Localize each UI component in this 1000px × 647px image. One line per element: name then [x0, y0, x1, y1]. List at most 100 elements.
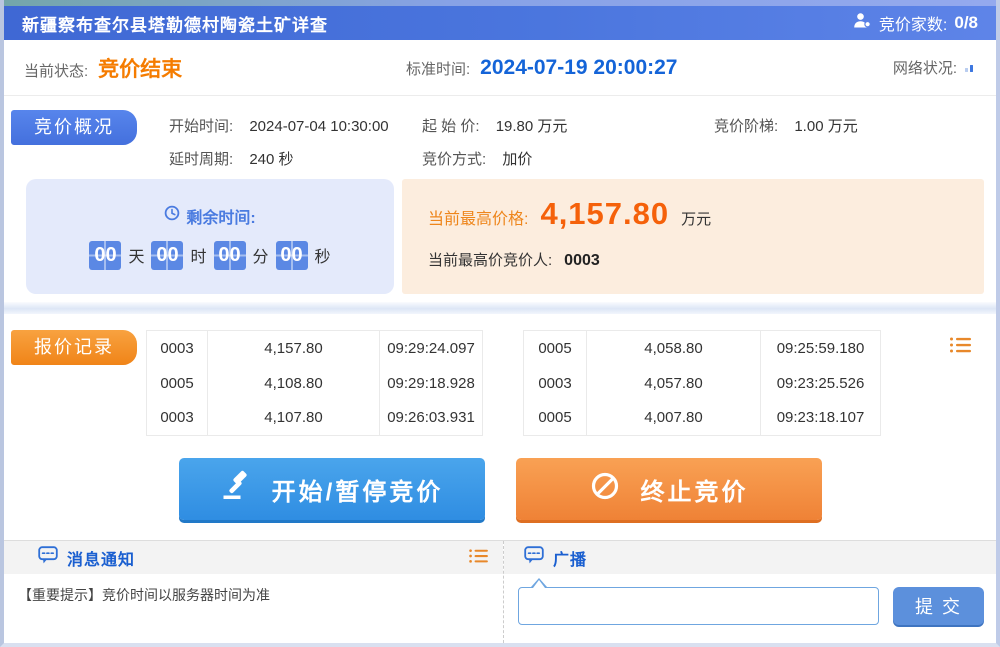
page-title: 新疆察布查尔县塔勒德村陶瓷土矿详查 [22, 11, 328, 36]
bidders-label: 竞价家数: [879, 11, 947, 35]
countdown-digits: 00 天 00 时 00 分 00 秒 [89, 241, 330, 270]
bottom-section: 消息通知 【重要提示】竞价时间以服务器时间为准 [4, 540, 996, 643]
countdown-minute-unit: 分 [253, 243, 269, 267]
start-price-label: 起 始 价: [422, 118, 480, 135]
countdown-panel: 剩余时间: 00 天 00 时 00 分 00 秒 [26, 179, 394, 294]
broadcast-input[interactable] [518, 587, 879, 625]
standard-time-group: 标准时间: 2024-07-19 20:00:27 [406, 56, 893, 80]
price-cell: 4,057.80 [587, 366, 761, 401]
start-price-value: 19.80 万元 [496, 118, 568, 135]
overview-fields: 开始时间: 2024-07-04 10:30:00 起 始 价: 19.80 万… [169, 110, 984, 169]
table-row: 0003 4,057.80 09:23:25.526 [524, 366, 881, 401]
users-icon [853, 12, 872, 34]
highest-bidder-row: 当前最高价竞价人: 0003 [428, 249, 958, 270]
standard-time-value: 2024-07-19 20:00:27 [480, 56, 677, 80]
countdown-seconds: 00 [276, 241, 308, 270]
speech-bubble-icon [38, 546, 58, 570]
network-status-group: 网络状况: [893, 57, 976, 78]
message-list-button[interactable] [469, 548, 489, 567]
delay-period-value: 240 秒 [249, 151, 293, 168]
message-notice-header: 消息通知 [4, 541, 503, 574]
broadcast-header: 广播 [504, 541, 996, 574]
start-time-field: 开始时间: 2024-07-04 10:30:00 [169, 115, 422, 136]
title-bar: 新疆察布查尔县塔勒德村陶瓷土矿详查 竞价家数: 0/8 [4, 6, 996, 40]
notice-message: 【重要提示】竞价时间以服务器时间为准 [4, 574, 503, 616]
table-row: 0005 4,007.80 09:23:18.107 [524, 401, 881, 436]
start-pause-bid-label: 开始/暂停竞价 [272, 472, 444, 507]
time-cell: 09:26:03.931 [380, 401, 483, 436]
records-list-button[interactable] [950, 336, 972, 357]
highest-bidder-value: 0003 [564, 252, 600, 270]
delay-period-label: 延时周期: [169, 151, 233, 168]
table-row: 0003 4,157.80 09:29:24.097 [147, 331, 483, 366]
records-section-tag: 报价记录 [11, 330, 137, 365]
countdown-day-unit: 天 [128, 243, 144, 267]
bid-record-tables: 0003 4,157.80 09:29:24.097 0005 4,108.80… [146, 330, 881, 436]
message-notice-panel: 消息通知 【重要提示】竞价时间以服务器时间为准 [4, 541, 503, 643]
bid-mode-field: 竞价方式: 加价 [422, 148, 714, 169]
highest-price-row: 当前最高价格: 4,157.80 万元 [428, 196, 958, 232]
start-time-label: 开始时间: [169, 118, 233, 135]
status-bar: 当前状态: 竞价结束 标准时间: 2024-07-19 20:00:27 网络状… [4, 40, 996, 96]
current-status-label: 当前状态: [24, 60, 88, 81]
bidder-cell: 0003 [147, 401, 208, 436]
countdown-hour-unit: 时 [190, 243, 206, 267]
highest-price-panel: 当前最高价格: 4,157.80 万元 当前最高价竞价人: 0003 [402, 179, 984, 294]
summary-panels: 剩余时间: 00 天 00 时 00 分 00 秒 当前最高价格: 4,157.… [4, 179, 996, 294]
countdown-second-unit: 秒 [315, 243, 331, 267]
speech-bubble-icon [524, 546, 544, 570]
time-cell: 09:23:18.107 [761, 401, 881, 436]
countdown-days: 00 [89, 241, 121, 270]
ban-icon [589, 470, 621, 509]
current-status-group: 当前状态: 竞价结束 [24, 53, 406, 83]
price-cell: 4,157.80 [208, 331, 380, 366]
auction-overview-section: 竞价概况 开始时间: 2024-07-04 10:30:00 起 始 价: 19… [4, 96, 996, 169]
action-buttons: 开始/暂停竞价 终止竞价 [4, 458, 996, 520]
bidders-count: 0/8 [954, 13, 978, 33]
highest-price-label: 当前最高价格: [428, 205, 528, 229]
gavel-icon [220, 470, 252, 509]
delay-period-field: 延时周期: 240 秒 [169, 148, 422, 169]
bidder-cell: 0005 [524, 401, 587, 436]
table-row: 0003 4,107.80 09:26:03.931 [147, 401, 483, 436]
submit-button[interactable]: 提 交 [893, 587, 984, 625]
terminate-bid-button[interactable]: 终止竞价 [516, 458, 822, 520]
bidder-cell: 0005 [147, 366, 208, 401]
countdown-minutes: 00 [214, 241, 246, 270]
highest-bidder-label: 当前最高价竞价人: [428, 249, 552, 270]
auction-window: 新疆察布查尔县塔勒德村陶瓷土矿详查 竞价家数: 0/8 当前状态: 竞价结束 标… [0, 0, 1000, 647]
remaining-time-label: 剩余时间: [186, 204, 255, 228]
broadcast-panel: 广播 提 交 [503, 541, 996, 643]
bid-records-section: 报价记录 0003 4,157.80 09:29:24.097 0005 4,1… [4, 314, 996, 436]
overview-section-tag: 竞价概况 [11, 110, 137, 145]
start-time-value: 2024-07-04 10:30:00 [249, 118, 388, 135]
bid-step-label: 竞价阶梯: [714, 118, 778, 135]
standard-time-label: 标准时间: [406, 58, 470, 79]
table-row: 0005 4,108.80 09:29:18.928 [147, 366, 483, 401]
broadcast-title: 广播 [553, 546, 587, 570]
time-cell: 09:23:25.526 [761, 366, 881, 401]
bid-table-right: 0005 4,058.80 09:25:59.180 0003 4,057.80… [523, 330, 881, 436]
highest-price-unit: 万元 [681, 208, 711, 229]
table-row: 0005 4,058.80 09:25:59.180 [524, 331, 881, 366]
bid-table-left: 0003 4,157.80 09:29:24.097 0005 4,108.80… [146, 330, 483, 436]
time-cell: 09:25:59.180 [761, 331, 881, 366]
bidder-cell: 0003 [147, 331, 208, 366]
bidders-counter: 竞价家数: 0/8 [853, 11, 978, 35]
list-icon [950, 342, 972, 357]
network-signal-icon [965, 60, 976, 78]
broadcast-input-wrap [518, 587, 879, 625]
list-icon [469, 552, 489, 567]
bid-mode-label: 竞价方式: [422, 151, 486, 168]
bidder-cell: 0003 [524, 366, 587, 401]
network-status-label: 网络状况: [893, 57, 957, 78]
time-cell: 09:29:18.928 [380, 366, 483, 401]
highest-price-value: 4,157.80 [540, 196, 669, 232]
remaining-time-title: 剩余时间: [164, 204, 255, 228]
start-pause-bid-button[interactable]: 开始/暂停竞价 [179, 458, 485, 520]
section-divider [4, 302, 996, 314]
bid-mode-value: 加价 [502, 151, 532, 168]
time-cell: 09:29:24.097 [380, 331, 483, 366]
price-cell: 4,107.80 [208, 401, 380, 436]
price-cell: 4,108.80 [208, 366, 380, 401]
